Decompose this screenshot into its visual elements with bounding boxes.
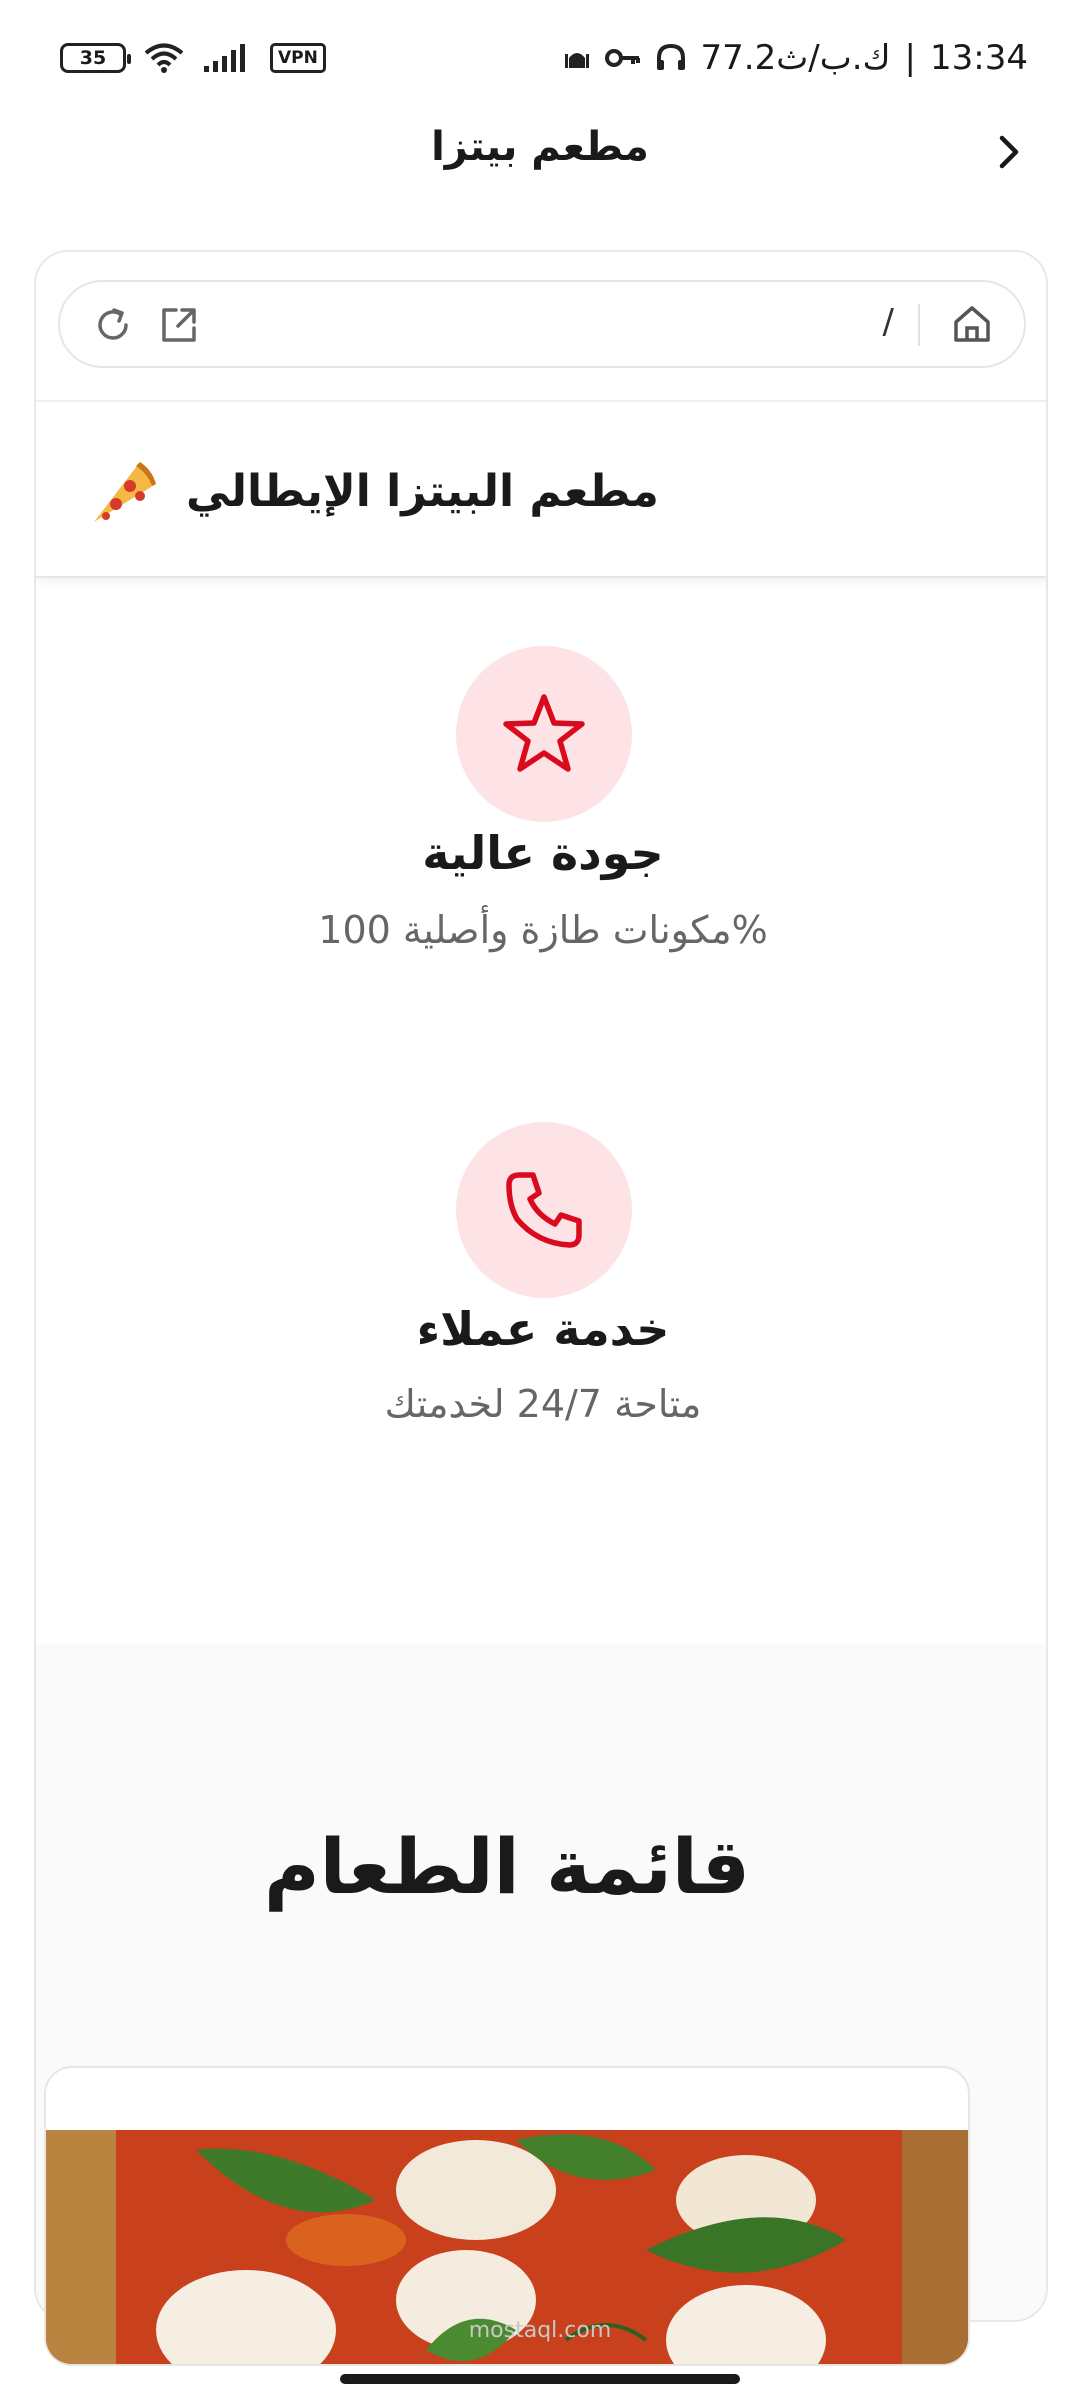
status-bar-right: 77.2ك.ب/ث | 13:34 bbox=[563, 38, 1028, 78]
vpn-icon: VPN bbox=[270, 43, 326, 73]
feature-description: متاحة 24/7 لخدمتك bbox=[384, 1382, 702, 1426]
url-path: / bbox=[882, 302, 894, 342]
phone-icon bbox=[506, 1172, 582, 1248]
external-link-icon[interactable] bbox=[158, 304, 200, 346]
chevron-right-icon[interactable] bbox=[988, 130, 1032, 174]
url-bar[interactable]: / bbox=[58, 280, 1026, 368]
watermark: mostaql.com bbox=[468, 2318, 612, 2343]
battery-icon: 35 bbox=[60, 43, 131, 73]
status-bar: 35 VPN 77.2ك.ب/ث | 13:34 bbox=[0, 0, 1080, 110]
feature-title: جودة عالية bbox=[422, 826, 664, 880]
feature-icon-circle bbox=[456, 1122, 632, 1298]
app-header: مطعم بيتزا bbox=[0, 110, 1080, 230]
browser-card: / مطعم البيتزا الإيطالي جودة عالية %مكون… bbox=[34, 250, 1048, 2322]
clock: 13:34 bbox=[930, 38, 1028, 78]
status-bar-left: 35 VPN bbox=[60, 42, 326, 74]
star-icon bbox=[503, 694, 585, 772]
reload-icon[interactable] bbox=[92, 304, 134, 346]
status-separator: | bbox=[904, 38, 917, 78]
wifi-icon bbox=[144, 43, 184, 73]
signal-icon bbox=[204, 44, 245, 72]
site-header: مطعم البيتزا الإيطالي bbox=[36, 400, 1046, 578]
key-icon bbox=[604, 49, 640, 67]
menu-title: قائمة الطعام bbox=[263, 1822, 751, 1911]
feature-description: %مكونات طازة وأصلية 100 bbox=[318, 908, 768, 952]
home-icon[interactable] bbox=[950, 302, 994, 346]
site-title: مطعم البيتزا الإيطالي bbox=[186, 466, 659, 517]
headphones-icon bbox=[656, 43, 685, 70]
home-indicator[interactable] bbox=[340, 2374, 740, 2384]
url-divider bbox=[918, 304, 920, 346]
mosque-icon bbox=[564, 53, 589, 68]
app-title: مطعم بيتزا bbox=[431, 124, 649, 170]
feature-icon-circle bbox=[456, 646, 632, 822]
pizza-icon bbox=[94, 462, 156, 522]
network-speed: 77.2ك.ب/ث bbox=[700, 38, 891, 78]
feature-title: خدمة عملاء bbox=[416, 1302, 670, 1356]
